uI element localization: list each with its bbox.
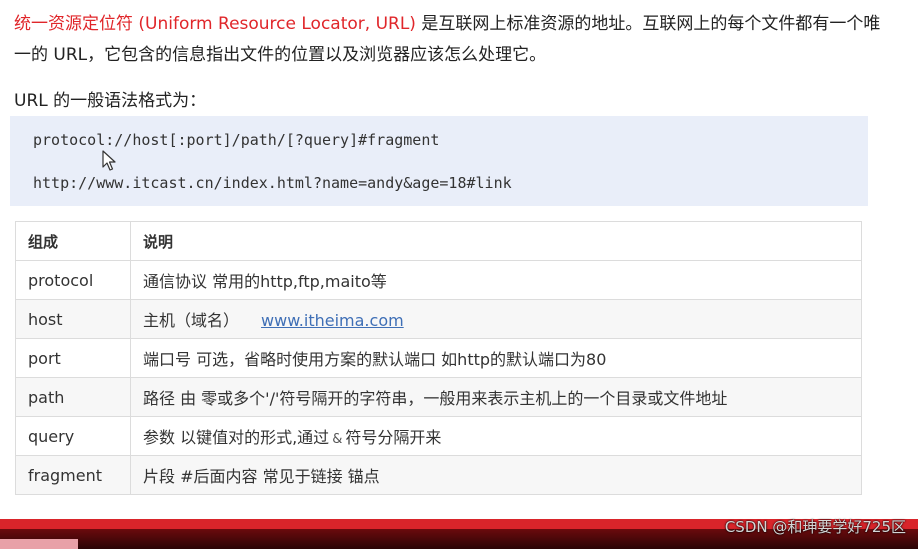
- example-url-line: http://www.itcast.cn/index.html?name=and…: [33, 174, 512, 192]
- component-desc: 主机（域名） www.itheima.com: [130, 299, 862, 339]
- component-name: protocol: [15, 260, 131, 300]
- url-components-table: 组成 说明 protocol 通信协议 常用的http,ftp,maito等 h…: [15, 221, 862, 495]
- buffer-indicator: [0, 539, 78, 549]
- query-desc-before: 参数 以键值对的形式,通过: [143, 428, 330, 447]
- url-term-highlight: 统一资源定位符 (Uniform Resource Locator, URL): [14, 14, 416, 34]
- table-row: port 端口号 可选，省略时使用方案的默认端口 如http的默认端口为80: [15, 338, 862, 378]
- header-description: 说明: [130, 221, 862, 261]
- component-name: path: [15, 377, 131, 417]
- component-name: query: [15, 416, 131, 456]
- intro-paragraph: 统一资源定位符 (Uniform Resource Locator, URL) …: [14, 9, 894, 71]
- code-block: protocol://host[:port]/path/[?query]#fra…: [10, 116, 868, 206]
- component-desc: 片段 #后面内容 常见于链接 锚点: [130, 455, 862, 495]
- table-row: protocol 通信协议 常用的http,ftp,maito等: [15, 260, 862, 300]
- syntax-pattern-line: protocol://host[:port]/path/[?query]#fra…: [33, 131, 440, 149]
- host-desc-text: 主机（域名）: [143, 311, 240, 330]
- table-header-row: 组成 说明: [15, 221, 862, 261]
- table-row: query 参数 以键值对的形式,通过 & 符号分隔开来: [15, 416, 862, 456]
- ampersand-symbol: &: [332, 432, 343, 447]
- example-host-link[interactable]: www.itheima.com: [261, 311, 404, 330]
- component-desc: 路径 由 零或多个'/'符号隔开的字符串，一般用来表示主机上的一个目录或文件地址: [130, 377, 862, 417]
- csdn-watermark: CSDN @和珅要学好725区: [724, 518, 906, 536]
- query-desc-after: 符号分隔开来: [345, 428, 442, 447]
- syntax-label: URL 的一般语法格式为：: [14, 91, 207, 111]
- component-desc: 参数 以键值对的形式,通过 & 符号分隔开来: [130, 416, 862, 456]
- component-desc: 端口号 可选，省略时使用方案的默认端口 如http的默认端口为80: [130, 338, 862, 378]
- component-desc: 通信协议 常用的http,ftp,maito等: [130, 260, 862, 300]
- table-row: host 主机（域名） www.itheima.com: [15, 299, 862, 339]
- mouse-cursor-icon: [102, 150, 116, 171]
- component-name: host: [15, 299, 131, 339]
- component-name: fragment: [15, 455, 131, 495]
- component-name: port: [15, 338, 131, 378]
- table-row: fragment 片段 #后面内容 常见于链接 锚点: [15, 455, 862, 495]
- header-component: 组成: [15, 221, 131, 261]
- table-row: path 路径 由 零或多个'/'符号隔开的字符串，一般用来表示主机上的一个目录…: [15, 377, 862, 417]
